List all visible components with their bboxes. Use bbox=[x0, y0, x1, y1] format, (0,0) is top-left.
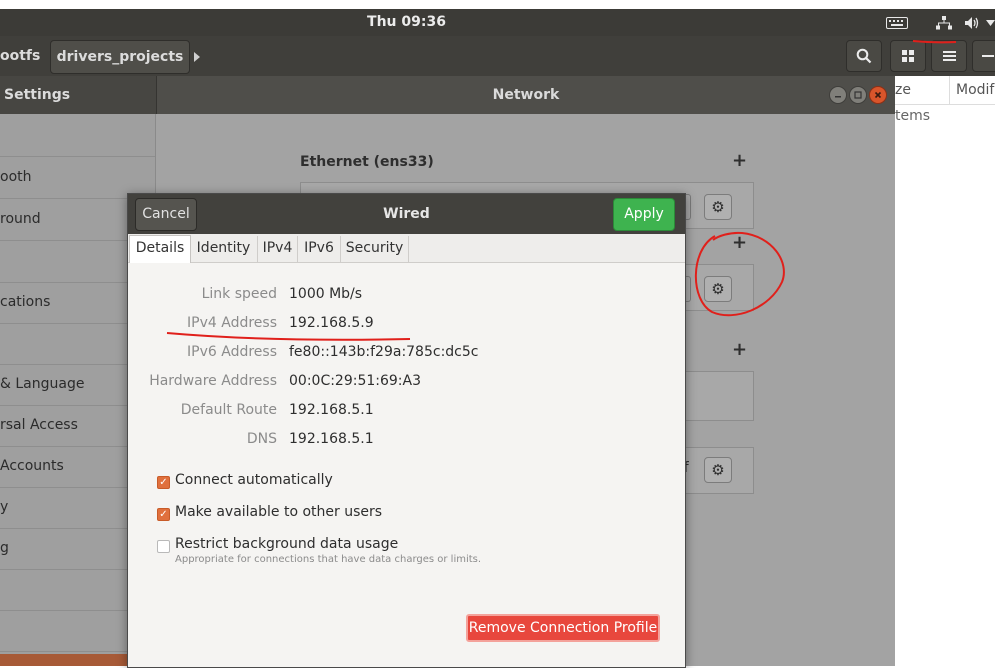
hardware-address-label: Hardware Address bbox=[149, 373, 277, 389]
ipv4-address-value: 192.168.5.9 bbox=[289, 315, 374, 331]
tab-identity[interactable]: Identity bbox=[190, 236, 258, 262]
column-header-size[interactable]: ze bbox=[895, 76, 950, 105]
apply-button[interactable]: Apply bbox=[613, 198, 675, 231]
column-header-modified[interactable]: Modif bbox=[950, 76, 995, 105]
wired-dialog: Cancel Wired Apply Details Identity IPv4… bbox=[127, 193, 686, 668]
proxy-settings-button[interactable]: ⚙ bbox=[704, 457, 732, 483]
add-connection-button[interactable]: + bbox=[732, 339, 747, 360]
sidebar-item-wifi[interactable] bbox=[0, 114, 155, 157]
connect-automatically-label[interactable]: Connect automatically bbox=[175, 472, 333, 488]
network-title: Network bbox=[492, 87, 560, 103]
hamburger-icon bbox=[942, 51, 956, 61]
cancel-button[interactable]: Cancel bbox=[135, 198, 197, 231]
gear-icon: ⚙ bbox=[711, 280, 725, 298]
maximize-icon bbox=[854, 91, 862, 99]
tab-ipv6[interactable]: IPv6 bbox=[298, 236, 341, 262]
gear-icon: ⚙ bbox=[711, 198, 725, 216]
tab-label: drivers_projects bbox=[56, 49, 184, 65]
minimize-button[interactable] bbox=[972, 40, 995, 72]
tab-rootfs[interactable]: ootfs bbox=[0, 40, 44, 72]
maximize-window-button[interactable] bbox=[849, 86, 867, 104]
link-speed-value: 1000 Mb/s bbox=[289, 286, 363, 302]
network-icon[interactable] bbox=[932, 9, 956, 36]
restrict-background-label[interactable]: Restrict background data usage bbox=[175, 536, 398, 552]
add-ethernet-button[interactable]: + bbox=[732, 150, 747, 171]
file-count: tems bbox=[895, 108, 931, 124]
sidebar-item-label: rsal Access bbox=[0, 417, 78, 433]
dialog-title: Wired bbox=[383, 206, 430, 222]
view-grid-button[interactable] bbox=[890, 40, 926, 72]
sidebar-item-label: Accounts bbox=[0, 458, 64, 474]
ethernet-section-title: Ethernet (ens33) bbox=[300, 154, 434, 170]
default-route-value: 192.168.5.1 bbox=[289, 402, 374, 418]
settings-titlebar: Settings Network bbox=[0, 76, 895, 114]
sidebar-item-label: ooth bbox=[0, 169, 32, 185]
tab-label: ootfs bbox=[0, 48, 41, 64]
close-icon bbox=[874, 91, 882, 99]
gear-icon: ⚙ bbox=[711, 461, 725, 479]
close-window-button[interactable] bbox=[869, 86, 887, 104]
volume-icon[interactable] bbox=[960, 9, 984, 36]
link-speed-label: Link speed bbox=[201, 286, 277, 302]
grid-icon bbox=[902, 50, 914, 62]
default-route-label: Default Route bbox=[180, 402, 277, 418]
restrict-background-checkbox[interactable] bbox=[157, 540, 170, 553]
top-panel: Thu 09:36 bbox=[0, 9, 995, 36]
chevron-down-icon[interactable] bbox=[986, 9, 995, 36]
sidebar-item-label: g bbox=[0, 540, 9, 556]
available-to-others-checkbox[interactable]: ✓ bbox=[157, 508, 170, 521]
restrict-background-hint: Appropriate for connections that have da… bbox=[175, 554, 482, 565]
dialog-tabs: Details Identity IPv4 IPv6 Security bbox=[128, 234, 685, 263]
tab-details[interactable]: Details bbox=[129, 235, 191, 263]
ipv6-address-label: IPv6 Address bbox=[187, 344, 277, 360]
search-icon bbox=[856, 48, 872, 64]
keyboard-icon[interactable] bbox=[883, 9, 911, 36]
ipv6-address-value: fe80::143b:f29a:785c:dc5c bbox=[289, 344, 479, 360]
sidebar-item-label: round bbox=[0, 211, 41, 227]
file-manager-header: ootfs drivers_projects bbox=[0, 36, 995, 76]
minimize-window-button[interactable] bbox=[829, 86, 847, 104]
details-panel: Link speed 1000 Mb/s IPv4 Address 192.16… bbox=[128, 263, 685, 667]
dns-value: 192.168.5.1 bbox=[289, 431, 374, 447]
remove-connection-profile-button[interactable]: Remove Connection Profile bbox=[466, 614, 660, 642]
connect-automatically-checkbox[interactable]: ✓ bbox=[157, 476, 170, 489]
panel-clock[interactable]: Thu 09:36 bbox=[0, 9, 813, 36]
tab-drivers-projects[interactable]: drivers_projects bbox=[50, 40, 190, 74]
chevron-right-icon[interactable] bbox=[193, 50, 201, 66]
sidebar-item-label: & Language bbox=[0, 376, 85, 392]
minimize-icon bbox=[835, 96, 841, 98]
menu-button[interactable] bbox=[931, 40, 967, 72]
ipv4-address-label: IPv4 Address bbox=[187, 315, 277, 331]
second-settings-button[interactable]: ⚙ bbox=[704, 276, 732, 302]
file-list: ze Modif tems bbox=[895, 76, 995, 666]
tab-ipv4[interactable]: IPv4 bbox=[258, 236, 298, 262]
add-vpn-button[interactable]: + bbox=[732, 232, 747, 253]
dns-label: DNS bbox=[246, 431, 277, 447]
available-to-others-label[interactable]: Make available to other users bbox=[175, 504, 382, 520]
sidebar-item-label: cations bbox=[0, 294, 51, 310]
sidebar-item-label: y bbox=[0, 499, 9, 515]
hardware-address-value: 00:0C:29:51:69:A3 bbox=[289, 373, 422, 389]
minimize-icon bbox=[982, 55, 994, 57]
settings-title: Settings bbox=[0, 76, 157, 114]
ethernet-settings-button[interactable]: ⚙ bbox=[704, 194, 732, 220]
dialog-header: Cancel Wired Apply bbox=[128, 194, 685, 234]
tab-security[interactable]: Security bbox=[341, 236, 409, 262]
search-button[interactable] bbox=[846, 40, 882, 72]
